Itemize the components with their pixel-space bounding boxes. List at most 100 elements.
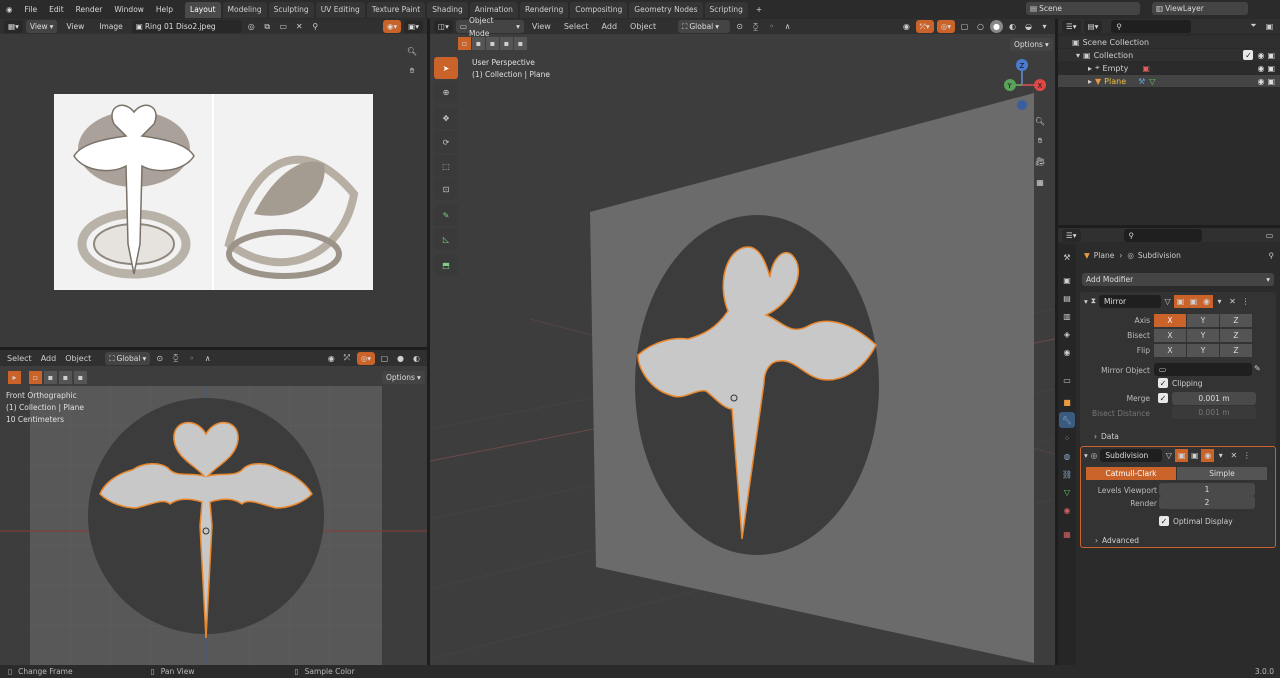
select-box-icon[interactable]: ▫ <box>29 371 42 384</box>
front-ortho-viewport[interactable]: Select Add Object ⛶ Global ▾ ⊙ ⧲ ◦ ∧ ◉ ⤱ ◎… <box>0 350 427 665</box>
scene-properties-icon[interactable]: ◈ <box>1059 326 1075 342</box>
material-icon[interactable]: ◉ <box>1059 502 1075 518</box>
new-collection-icon[interactable]: ▣ <box>1263 20 1276 33</box>
merge-checkbox[interactable]: ✓ <box>1158 393 1168 403</box>
overlay-toggle[interactable]: ◉▾ <box>382 20 402 33</box>
mirror-object-field[interactable]: ▭ <box>1154 363 1252 376</box>
render-toggle-icon[interactable]: ▣ <box>1187 294 1201 308</box>
filter-icon[interactable]: ⏷ <box>1247 20 1260 33</box>
camera-render-icon[interactable]: ▣ <box>1267 64 1275 73</box>
edit-mode-icon[interactable]: ▽ <box>1161 295 1174 308</box>
add-cube-tool-button[interactable]: ⬒ <box>434 254 458 276</box>
render-properties-icon[interactable]: ▣ <box>1059 272 1075 288</box>
tab-scripting[interactable]: Scripting <box>704 1 748 18</box>
tab-layout[interactable]: Layout <box>185 1 221 18</box>
view-layer-selector[interactable]: ▥ ViewLayer <box>1152 2 1248 15</box>
subdivision-name-field[interactable]: Subdivision <box>1100 448 1163 462</box>
collapse-arrow-icon[interactable]: ▾ <box>1084 297 1088 306</box>
transform-tool-button[interactable]: ⊡ <box>434 178 458 200</box>
scene-selector[interactable]: ▤ Scene <box>1026 2 1140 15</box>
on-cage-icon[interactable]: ▣ <box>1175 448 1189 462</box>
gizmo-icon[interactable]: ⤱ <box>341 352 354 365</box>
open-folder-icon[interactable]: ▭ <box>277 20 290 33</box>
menu-file[interactable]: File <box>19 0 44 19</box>
menu-add-3d[interactable]: Add <box>597 22 623 31</box>
proportional-icon-3d[interactable]: ◦ <box>765 20 778 33</box>
outliner-item-plane[interactable]: ▸ ▼ Plane ⚒ ▽ ◉ ▣ <box>1058 75 1280 87</box>
camera-toggle-icon[interactable]: ◉ <box>1201 448 1215 462</box>
physics-icon[interactable]: ◍ <box>1059 448 1075 464</box>
axis-y-toggle[interactable]: Y <box>1187 313 1219 327</box>
pan-hand-icon-3d[interactable]: ✋︎ <box>1032 133 1048 149</box>
camera-toggle-icon[interactable]: ◉ <box>1200 294 1214 308</box>
orientation-dropdown[interactable]: ⛶ Global ▾ <box>105 351 151 365</box>
measure-tool-button[interactable]: ◺ <box>434 228 458 250</box>
collection-properties-icon[interactable]: ▭ <box>1059 372 1075 388</box>
eye-icon[interactable]: ◉ <box>1257 51 1264 60</box>
properties-options-icon[interactable]: ▭ <box>1263 229 1276 242</box>
tab-geometry-nodes[interactable]: Geometry Nodes <box>629 1 703 18</box>
fake-user-icon[interactable]: ◎ <box>245 20 258 33</box>
catmull-clark-button[interactable]: Catmull-Clark <box>1086 466 1176 480</box>
edit-mode-icon[interactable]: ▽ <box>1162 449 1175 462</box>
options-button-front[interactable]: Options ▾ <box>382 371 425 384</box>
output-properties-icon[interactable]: ▤ <box>1059 290 1075 306</box>
texture-icon[interactable]: ▦ <box>1059 526 1075 542</box>
overlay-toggle-front[interactable]: ◎▾ <box>356 351 375 365</box>
move-tool-button[interactable]: ✥ <box>434 107 458 129</box>
eye-icon[interactable]: ◉ <box>1257 64 1264 73</box>
outliner-type-button[interactable]: ☰▾ <box>1062 19 1081 33</box>
axis-x-toggle[interactable]: X <box>1154 313 1186 327</box>
falloff-icon-3d[interactable]: ∧ <box>781 20 794 33</box>
outliner-search-input[interactable]: ⚲ <box>1111 19 1192 33</box>
tab-uv-editing[interactable]: UV Editing <box>315 1 365 18</box>
constraints-icon[interactable]: ⛓ <box>1059 466 1075 482</box>
rotate-tool-button[interactable]: ⟳ <box>434 131 458 153</box>
menu-object-3d[interactable]: Object <box>625 22 661 31</box>
camera-render-icon[interactable]: ▣ <box>1267 51 1275 60</box>
tab-sculpting[interactable]: Sculpting <box>268 1 314 18</box>
menu-window[interactable]: Window <box>108 0 150 19</box>
annotate-tool-button[interactable]: ✎ <box>434 204 458 226</box>
pan-hand-icon[interactable]: ✋︎ <box>404 63 420 79</box>
bisect-x-toggle[interactable]: X <box>1154 328 1186 342</box>
shading-solid-icon[interactable]: ● <box>394 352 407 365</box>
menu-select[interactable]: Select <box>4 354 35 363</box>
bisect-distance-field[interactable]: 0.001 m <box>1172 406 1256 419</box>
tab-texture-paint[interactable]: Texture Paint <box>366 1 426 18</box>
navigation-gizmo[interactable]: Z Y X <box>1000 55 1050 111</box>
merge-distance-field[interactable]: 0.001 m <box>1172 391 1256 405</box>
shading-dropdown-icon[interactable]: ▾ <box>1038 20 1051 33</box>
remove-modifier-icon[interactable]: ✕ <box>1226 295 1239 308</box>
flip-x-toggle[interactable]: X <box>1154 343 1186 357</box>
world-properties-icon[interactable]: ◉ <box>1059 344 1075 360</box>
xray-icon-3d[interactable]: ▢ <box>958 20 971 33</box>
select-subtract-icon[interactable]: ▪ <box>59 371 72 384</box>
menu-image[interactable]: Image <box>93 19 129 34</box>
zoom-icon[interactable]: 🔍︎ <box>404 43 420 59</box>
drag-handle-icon[interactable]: ⋮ <box>1239 295 1252 308</box>
gizmo-toggle-3d[interactable]: ⤱▾ <box>915 20 934 33</box>
realtime-icon[interactable]: ▣ <box>1174 294 1188 308</box>
particles-icon[interactable]: ⁘ <box>1059 430 1075 446</box>
new-image-icon[interactable]: ⧉ <box>261 20 274 33</box>
display-mode-button[interactable]: ▤▾ <box>1083 19 1103 33</box>
advanced-subpanel[interactable]: › Advanced <box>1095 533 1139 547</box>
menu-object[interactable]: Object <box>62 354 94 363</box>
scale-tool-button[interactable]: ⬚ <box>434 155 458 177</box>
drag-handle-icon[interactable]: ⋮ <box>1240 449 1253 462</box>
snap-icon-3d[interactable]: ⧲ <box>749 20 762 33</box>
shading-material-icon-3d[interactable]: ◐ <box>1006 20 1019 33</box>
menu-view-3d[interactable]: View <box>527 22 556 31</box>
snap-icon[interactable]: ⧲ <box>169 352 182 365</box>
optimal-display-checkbox[interactable]: ✓ <box>1159 516 1169 526</box>
outliner-item-empty[interactable]: ▸ ⌖ Empty ▣ ◉ ▣ <box>1058 62 1280 74</box>
tool-settings-icon[interactable]: ⚒ <box>1059 249 1075 265</box>
add-modifier-dropdown[interactable]: Add Modifier ▾ <box>1082 273 1274 286</box>
close-icon[interactable]: ✕ <box>293 20 306 33</box>
zoom-icon-3d[interactable]: 🔍︎ <box>1032 113 1048 129</box>
pin-icon[interactable]: ⚲ <box>309 20 322 33</box>
tab-compositing[interactable]: Compositing <box>570 1 628 18</box>
cursor-tool-button[interactable]: ⊕ <box>434 81 458 103</box>
pivot-icon-3d[interactable]: ⊙ <box>733 20 746 33</box>
